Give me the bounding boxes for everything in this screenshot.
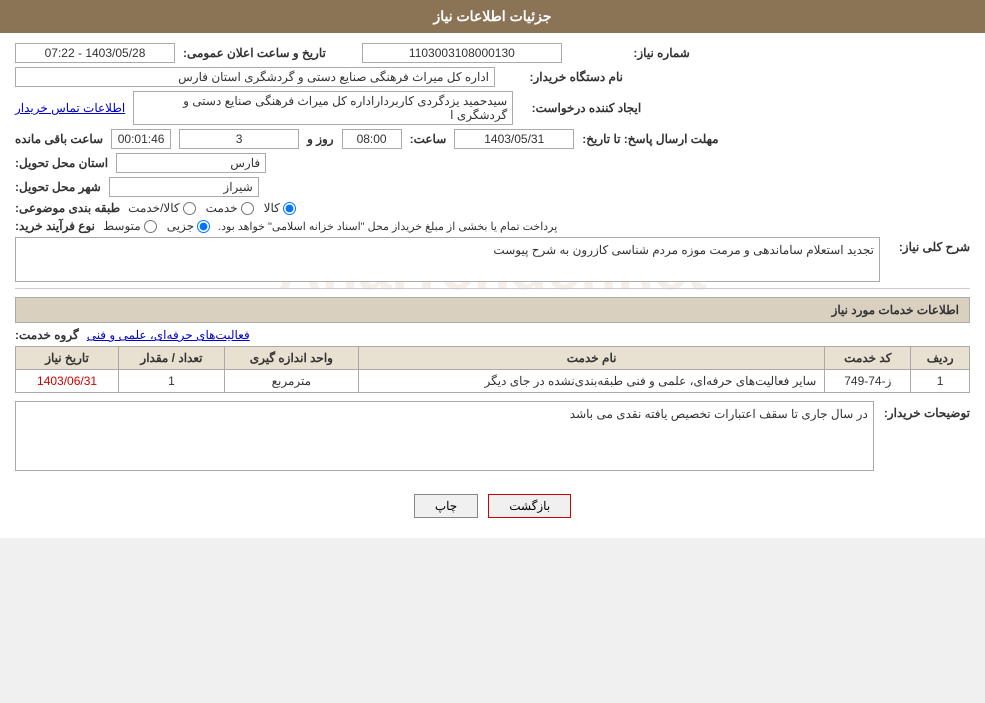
deadline-row: مهلت ارسال پاسخ: تا تاریخ: 1403/05/31 سا… bbox=[15, 129, 970, 149]
description-row: شرح کلی نیاز: تجدید استعلام ساماندهی و م… bbox=[15, 237, 970, 282]
services-section-header: اطلاعات خدمات مورد نیاز bbox=[15, 297, 970, 323]
service-group-label: گروه خدمت: bbox=[15, 328, 79, 342]
col-row-num: ردیف bbox=[911, 347, 970, 370]
cell-date: 1403/06/31 bbox=[16, 370, 119, 393]
category-label: طبقه بندی موضوعی: bbox=[15, 201, 120, 215]
description-label: شرح کلی نیاز: bbox=[890, 237, 970, 254]
back-button[interactable]: بازگشت bbox=[488, 494, 571, 518]
purchase-type-radio-group: متوسط جزیی bbox=[103, 219, 210, 233]
page-header: جزئیات اطلاعات نیاز bbox=[0, 0, 985, 33]
need-number-value: 1103003108000130 bbox=[362, 43, 562, 63]
category-khedmat-label: خدمت bbox=[206, 201, 238, 215]
creator-link[interactable]: اطلاعات تماس خریدار bbox=[15, 101, 125, 115]
cell-name: سایر فعالیت‌های حرفه‌ای، علمی و فنی طبقه… bbox=[358, 370, 824, 393]
deadline-day-label: روز و bbox=[307, 132, 334, 146]
purchase-type-motavasset-radio[interactable] bbox=[144, 220, 157, 233]
service-group-row: گروه خدمت: فعالیت‌های حرفه‌ای، علمی و فن… bbox=[15, 328, 970, 342]
creator-value: سیدحمید یزدگردی کاربرداراداره کل میراث ف… bbox=[133, 91, 513, 125]
purchase-type-jozi: جزیی bbox=[167, 219, 210, 233]
purchase-type-motavasset: متوسط bbox=[103, 219, 157, 233]
cell-code: ز-74-749 bbox=[825, 370, 911, 393]
col-qty: تعداد / مقدار bbox=[119, 347, 225, 370]
category-kala-khedmat-label: کالا/خدمت bbox=[128, 201, 179, 215]
top-info-row: شماره نیاز: 1103003108000130 تاریخ و ساع… bbox=[15, 43, 970, 63]
cell-unit: مترمربع bbox=[224, 370, 358, 393]
deadline-time: 08:00 bbox=[342, 129, 402, 149]
category-option-kala: کالا bbox=[264, 201, 296, 215]
description-value: تجدید استعلام ساماندهی و مرمت موزه مردم … bbox=[15, 237, 880, 282]
buyer-notes-value: در سال جاری تا سقف اعتبارات تخصیص یافته … bbox=[15, 401, 874, 471]
buyer-org-label: نام دستگاه خریدار: bbox=[503, 70, 623, 84]
announce-value: 1403/05/28 - 07:22 bbox=[15, 43, 175, 63]
col-date: تاریخ نیاز bbox=[16, 347, 119, 370]
category-option-khedmat: خدمت bbox=[206, 201, 254, 215]
print-button[interactable]: چاپ bbox=[414, 494, 478, 518]
deadline-remaining-label: ساعت باقی مانده bbox=[15, 132, 103, 146]
need-number-label: شماره نیاز: bbox=[570, 46, 690, 60]
page-wrapper: AnaITender.net جزئیات اطلاعات نیاز شماره… bbox=[0, 0, 985, 538]
purchase-type-label: نوع فرآیند خرید: bbox=[15, 219, 95, 233]
city-value: شیراز bbox=[109, 177, 259, 197]
buyer-org-value: اداره کل میراث فرهنگی صنایع دستی و گردشگ… bbox=[15, 67, 495, 87]
buyer-org-row: نام دستگاه خریدار: اداره کل میراث فرهنگی… bbox=[15, 67, 970, 87]
cell-qty: 1 bbox=[119, 370, 225, 393]
services-table: ردیف کد خدمت نام خدمت واحد اندازه گیری ت… bbox=[15, 346, 970, 393]
col-unit: واحد اندازه گیری bbox=[224, 347, 358, 370]
col-code: کد خدمت bbox=[825, 347, 911, 370]
city-row: شهر محل تحویل: شیراز bbox=[15, 177, 970, 197]
category-kala-label: کالا bbox=[264, 201, 280, 215]
category-option-kala-khedmat: کالا/خدمت bbox=[128, 201, 195, 215]
category-kala-khedmat-radio[interactable] bbox=[183, 202, 196, 215]
deadline-label: مهلت ارسال پاسخ: تا تاریخ: bbox=[582, 132, 718, 146]
purchase-type-jozi-label: جزیی bbox=[167, 219, 194, 233]
deadline-remaining: 00:01:46 bbox=[111, 129, 171, 149]
creator-row: ایجاد کننده درخواست: سیدحمید یزدگردی کار… bbox=[15, 91, 970, 125]
content-area: شماره نیاز: 1103003108000130 تاریخ و ساع… bbox=[0, 33, 985, 538]
bottom-buttons: چاپ بازگشت bbox=[15, 479, 970, 528]
province-label: استان محل تحویل: bbox=[15, 156, 108, 170]
announce-label: تاریخ و ساعت اعلان عمومی: bbox=[183, 46, 326, 60]
province-row: استان محل تحویل: فارس bbox=[15, 153, 970, 173]
category-kala-radio[interactable] bbox=[283, 202, 296, 215]
page-title: جزئیات اطلاعات نیاز bbox=[433, 8, 551, 24]
category-khedmat-radio[interactable] bbox=[241, 202, 254, 215]
table-row: 1 ز-74-749 سایر فعالیت‌های حرفه‌ای، علمی… bbox=[16, 370, 970, 393]
deadline-days: 3 bbox=[179, 129, 299, 149]
purchase-type-note: پرداخت تمام یا بخشی از مبلغ خریداز محل "… bbox=[218, 220, 557, 233]
purchase-type-jozi-radio[interactable] bbox=[197, 220, 210, 233]
service-group-value[interactable]: فعالیت‌های حرفه‌ای، علمی و فنی bbox=[87, 328, 250, 342]
col-name: نام خدمت bbox=[358, 347, 824, 370]
category-radio-group: کالا/خدمت خدمت کالا bbox=[128, 201, 296, 215]
buyer-notes-section: توضیحات خریدار: در سال جاری تا سقف اعتبا… bbox=[15, 401, 970, 471]
city-label: شهر محل تحویل: bbox=[15, 180, 101, 194]
deadline-time-label: ساعت: bbox=[410, 132, 447, 146]
cell-row-num: 1 bbox=[911, 370, 970, 393]
buyer-notes-label: توضیحات خریدار: bbox=[884, 401, 970, 420]
deadline-date: 1403/05/31 bbox=[454, 129, 574, 149]
category-row: طبقه بندی موضوعی: کالا/خدمت خدمت کالا bbox=[15, 201, 970, 215]
purchase-type-motavasset-label: متوسط bbox=[103, 219, 141, 233]
creator-label: ایجاد کننده درخواست: bbox=[521, 101, 641, 115]
purchase-type-row: نوع فرآیند خرید: متوسط جزیی پرداخت تمام … bbox=[15, 219, 970, 233]
province-value: فارس bbox=[116, 153, 266, 173]
